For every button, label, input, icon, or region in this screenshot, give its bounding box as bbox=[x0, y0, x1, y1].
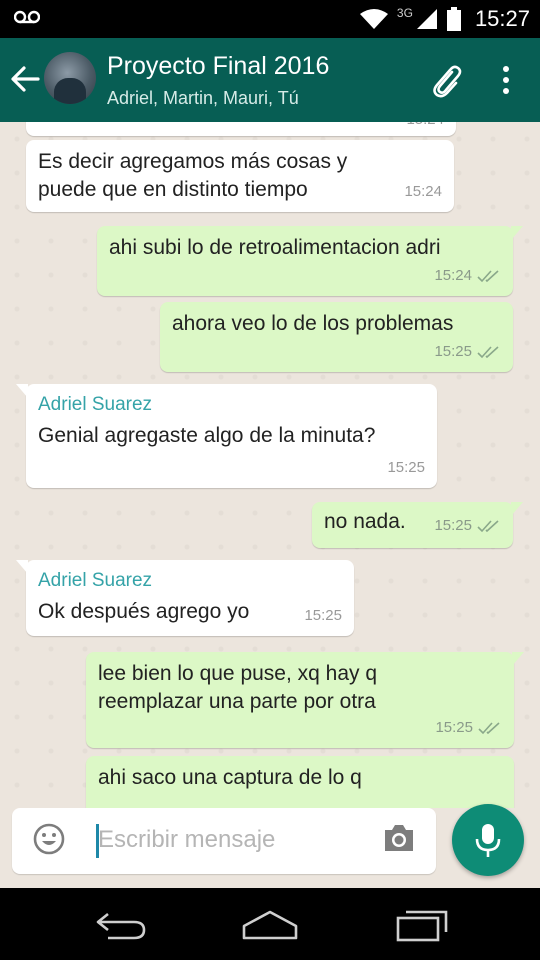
message-text: Ok después agrego yo bbox=[38, 600, 250, 623]
message-time: 15:25 bbox=[387, 459, 425, 476]
nav-back-icon[interactable] bbox=[92, 908, 148, 942]
double-check-icon bbox=[477, 346, 499, 359]
message-time: 15:25 bbox=[434, 517, 472, 534]
message-bubble-outgoing[interactable]: ahora veo lo de los problemas 15:25 bbox=[160, 302, 513, 372]
message-input-container[interactable] bbox=[12, 808, 436, 874]
wifi-icon bbox=[359, 9, 388, 29]
mic-button[interactable] bbox=[452, 804, 524, 876]
message-text: lee bien lo que puse, xq hay q reemplaza… bbox=[98, 662, 378, 713]
back-arrow-icon[interactable] bbox=[8, 62, 42, 96]
voicemail-icon bbox=[14, 10, 40, 24]
message-time: 15:25 bbox=[434, 343, 472, 360]
chat-title[interactable]: Proyecto Final 2016 bbox=[107, 52, 329, 81]
message-bubble-outgoing[interactable]: ahi saco una captura de lo q bbox=[86, 756, 514, 808]
message-time: 15:24 bbox=[434, 267, 472, 284]
message-time: 15:24 bbox=[404, 183, 442, 200]
double-check-icon bbox=[478, 722, 500, 735]
paperclip-icon[interactable] bbox=[428, 62, 464, 98]
emoji-icon[interactable] bbox=[32, 822, 66, 856]
group-avatar[interactable] bbox=[44, 52, 96, 104]
camera-icon[interactable] bbox=[382, 822, 416, 854]
nav-recents-icon[interactable] bbox=[394, 908, 450, 942]
message-bubble-outgoing[interactable]: no nada. 15:25 bbox=[312, 502, 523, 548]
message-bubble-incoming[interactable]: Adriel Suarez Ok después agrego yo 15:25 bbox=[16, 560, 354, 636]
message-input[interactable] bbox=[98, 818, 378, 862]
message-bubble-partial[interactable]: 15:24 bbox=[26, 122, 456, 136]
message-list[interactable]: 15:24 Es decir agregamos más cosas y pue… bbox=[0, 122, 540, 808]
chat-participants[interactable]: Adriel, Martin, Mauri, Tú bbox=[107, 88, 299, 109]
system-nav-bar bbox=[0, 888, 540, 960]
mic-icon bbox=[475, 824, 501, 857]
message-text: ahi subi lo de retroalimentacion adri bbox=[109, 236, 441, 259]
message-time: 15:25 bbox=[435, 719, 473, 736]
signal-icon bbox=[416, 9, 437, 29]
message-bubble-outgoing[interactable]: ahi subi lo de retroalimentacion adri 15… bbox=[97, 226, 523, 296]
status-bar: 3G 15:27 bbox=[0, 0, 540, 38]
chat-header: Proyecto Final 2016 Adriel, Martin, Maur… bbox=[0, 38, 540, 122]
message-time: 15:25 bbox=[304, 607, 342, 624]
message-bubble-outgoing[interactable]: lee bien lo que puse, xq hay q reemplaza… bbox=[86, 652, 524, 748]
status-time: 15:27 bbox=[474, 6, 530, 31]
message-text: Es decir agregamos más cosas y puede que… bbox=[38, 150, 348, 201]
double-check-icon bbox=[477, 270, 499, 283]
message-bubble-incoming[interactable]: Es decir agregamos más cosas y puede que… bbox=[26, 140, 454, 212]
compose-bar bbox=[0, 804, 540, 888]
nav-home-icon[interactable] bbox=[240, 908, 300, 942]
message-text: Genial agregaste algo de la minuta? bbox=[38, 424, 376, 447]
overflow-menu-icon[interactable] bbox=[494, 64, 518, 96]
sender-name[interactable]: Adriel Suarez bbox=[38, 568, 342, 594]
message-text: ahora veo lo de los problemas bbox=[172, 312, 454, 335]
double-check-icon bbox=[477, 520, 499, 533]
message-bubble-incoming[interactable]: Adriel Suarez Genial agregaste algo de l… bbox=[16, 384, 437, 488]
message-time: 15:24 bbox=[406, 122, 444, 134]
message-text: ahi saco una captura de lo q bbox=[98, 766, 362, 789]
battery-icon bbox=[446, 7, 461, 31]
network-type: 3G bbox=[396, 6, 413, 20]
sender-name[interactable]: Adriel Suarez bbox=[38, 392, 425, 418]
